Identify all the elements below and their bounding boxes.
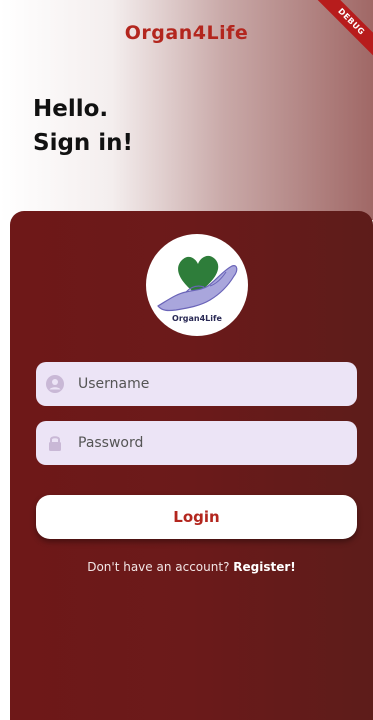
login-button[interactable]: Login [36,495,357,539]
greeting-line-hello: Hello. [33,96,109,122]
logo-label: Organ4Life [172,314,222,323]
register-prompt: Don't have an account? [87,560,230,574]
lock-icon [46,434,64,452]
header: Organ4Life Hello. Sign in! [0,0,373,220]
greeting: Hello. Sign in! [33,92,133,160]
app-logo: Organ4Life [146,234,248,336]
register-row: Don't have an account? Register! [10,560,373,574]
register-link[interactable]: Register! [233,560,296,574]
password-input[interactable] [76,434,330,452]
username-input[interactable] [76,375,330,393]
greeting-line-sign-in: Sign in! [33,130,134,156]
username-field[interactable] [36,362,357,406]
person-icon [46,375,64,393]
login-card: Organ4Life Login Don't have an account? … [10,211,373,720]
app-title: Organ4Life [124,22,249,44]
password-field[interactable] [36,421,357,465]
